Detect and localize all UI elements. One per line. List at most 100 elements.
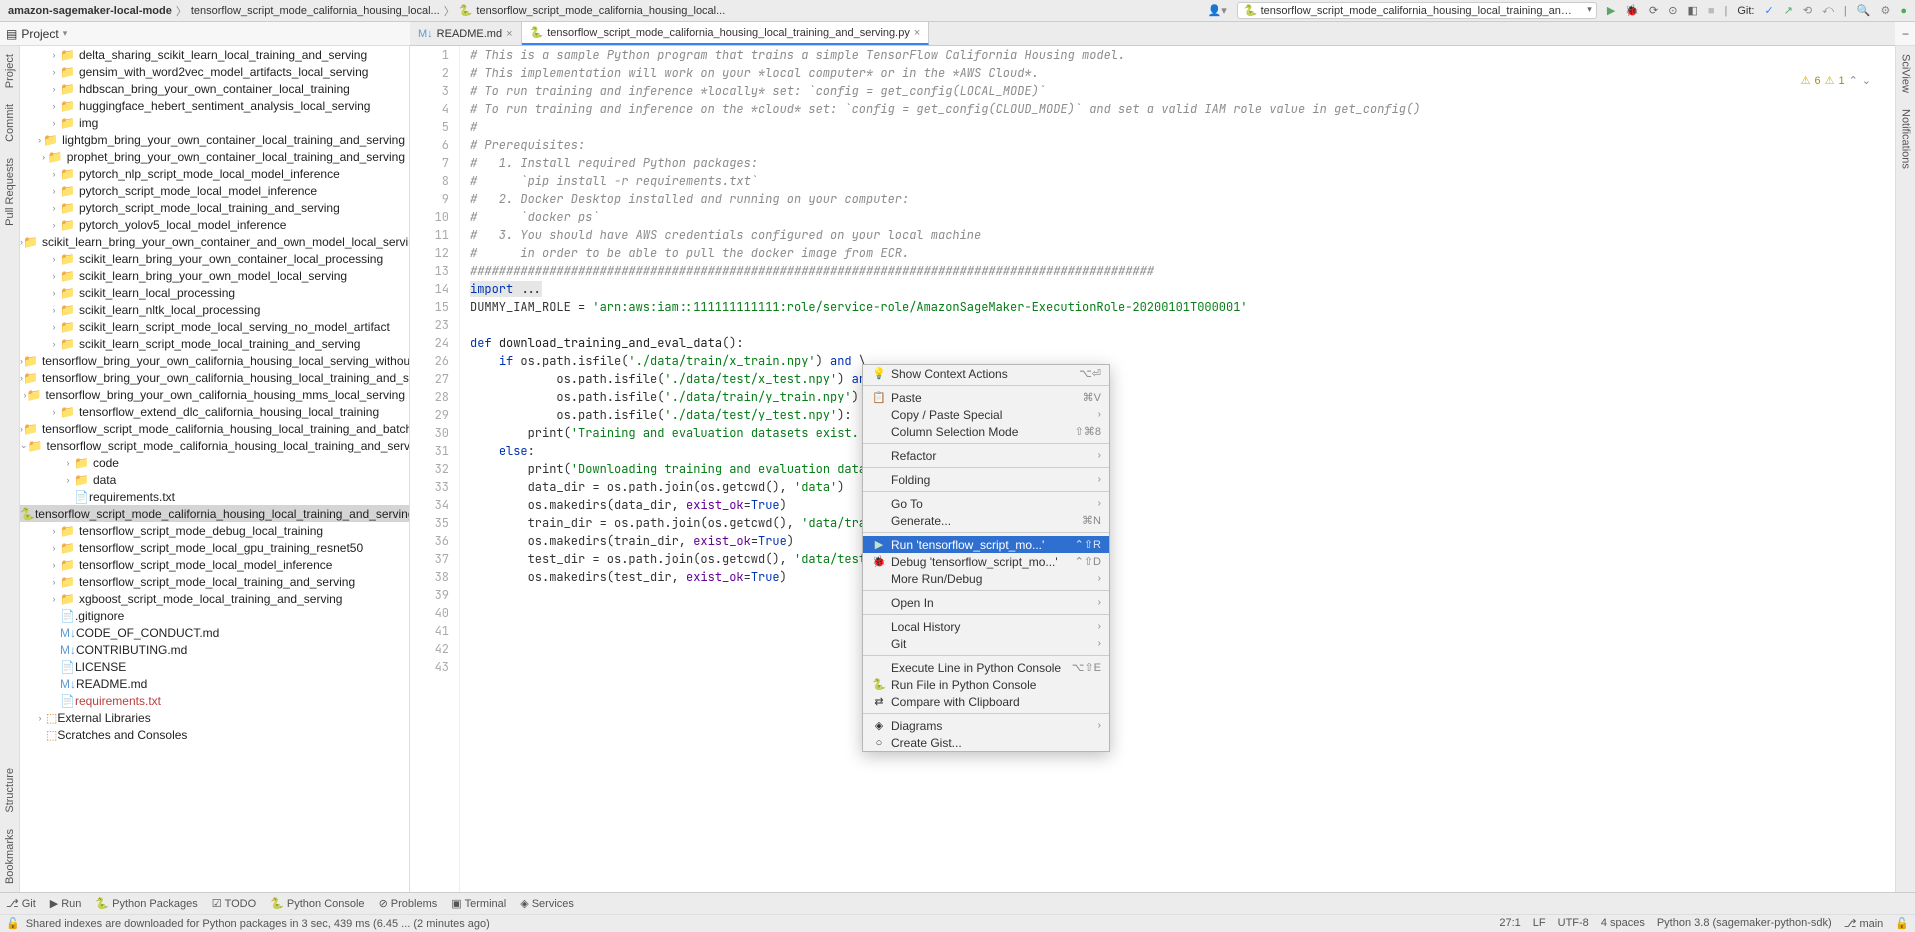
tree-item[interactable]: ›📁scikit_learn_bring_your_own_model_loca… <box>20 267 409 284</box>
tree-item[interactable]: ›📁scikit_learn_bring_your_own_container_… <box>20 233 409 250</box>
tree-item[interactable]: 📄 requirements.txt <box>20 692 409 709</box>
tree-item[interactable]: ›📁scikit_learn_local_processing <box>20 284 409 301</box>
tree-item[interactable]: 🐍 tensorflow_script_mode_california_hous… <box>20 505 409 522</box>
tree-item[interactable]: ›📁pytorch_script_mode_local_training_and… <box>20 199 409 216</box>
code-editor[interactable]: 1234567891011121314152324262728293031323… <box>410 46 1895 892</box>
bottom-tool-pycon[interactable]: 🐍 Python Console <box>270 897 364 910</box>
bottom-tool-problems[interactable]: ⊘ Problems <box>379 897 438 910</box>
tree-item[interactable]: ›📁tensorflow_extend_dlc_california_housi… <box>20 403 409 420</box>
concurrency-button[interactable]: ◧ <box>1687 4 1697 17</box>
tree-item[interactable]: M↓ CONTRIBUTING.md <box>20 641 409 658</box>
left-tool-commit[interactable]: Commit <box>4 104 16 142</box>
tree-item[interactable]: ›📁tensorflow_script_mode_local_training_… <box>20 573 409 590</box>
debug-button[interactable]: 🐞 <box>1625 4 1639 17</box>
bottom-tool-pypkg[interactable]: 🐍 Python Packages <box>95 897 197 910</box>
context-menu-item[interactable]: Refactor› <box>863 447 1109 464</box>
tree-item[interactable]: M↓ README.md <box>20 675 409 692</box>
bottom-tool-git[interactable]: ⎇ Git <box>6 897 36 910</box>
status-readonly-icon[interactable]: 🔓 <box>1895 917 1909 930</box>
tree-item[interactable]: ›📁tensorflow_script_mode_california_hous… <box>20 420 409 437</box>
statusbar-lock-icon[interactable]: 🔓 <box>6 917 20 930</box>
status-caret[interactable]: 27:1 <box>1499 917 1520 930</box>
context-menu-item[interactable]: ○Create Gist... <box>863 734 1109 751</box>
tree-item[interactable]: ›📁tensorflow_bring_your_own_california_h… <box>20 369 409 386</box>
tree-item[interactable]: ›📁tensorflow_script_mode_local_model_inf… <box>20 556 409 573</box>
left-tool-structure[interactable]: Structure <box>4 768 16 813</box>
tree-item[interactable]: ›📁delta_sharing_scikit_learn_local_train… <box>20 46 409 63</box>
profile-button[interactable]: ⊙ <box>1668 4 1677 17</box>
breadcrumb-file[interactable]: tensorflow_script_mode_california_housin… <box>476 5 725 17</box>
project-view-selector[interactable]: ▾ <box>63 28 68 39</box>
bottom-tool-services[interactable]: ◈ Services <box>520 897 574 910</box>
status-indent[interactable]: 4 spaces <box>1601 917 1645 930</box>
context-menu-item[interactable]: Git› <box>863 635 1109 652</box>
tree-item[interactable]: ›📁pytorch_nlp_script_mode_local_model_in… <box>20 165 409 182</box>
tree-item[interactable]: ›📁img <box>20 114 409 131</box>
context-menu-item[interactable]: Local History› <box>863 618 1109 635</box>
tree-item[interactable]: ›📁xgboost_script_mode_local_training_and… <box>20 590 409 607</box>
settings-icon[interactable]: ⚙ <box>1880 4 1890 17</box>
tree-item[interactable]: ›📁prophet_bring_your_own_container_local… <box>20 148 409 165</box>
context-menu-item[interactable]: 🐞Debug 'tensorflow_script_mo...'⌃⇧D <box>863 553 1109 570</box>
hide-icon[interactable]: − <box>1902 27 1909 41</box>
context-menu-item[interactable]: Go To› <box>863 495 1109 512</box>
editor-tab[interactable]: M↓ README.md × <box>410 22 522 45</box>
context-menu-item[interactable]: 🐍Run File in Python Console <box>863 676 1109 693</box>
code-content[interactable]: # This is a sample Python program that t… <box>460 46 1895 892</box>
context-menu-item[interactable]: Generate...⌘N <box>863 512 1109 529</box>
breadcrumb-root[interactable]: amazon-sagemaker-local-mode <box>8 5 172 17</box>
tree-item[interactable]: ›📁scikit_learn_bring_your_own_container_… <box>20 250 409 267</box>
project-tree[interactable]: ›📁delta_sharing_scikit_learn_local_train… <box>20 46 409 743</box>
git-history-icon[interactable]: ⟲ <box>1803 4 1812 17</box>
breadcrumb-folder[interactable]: tensorflow_script_mode_california_housin… <box>191 5 440 17</box>
tree-item[interactable]: ⌄📁tensorflow_script_mode_california_hous… <box>20 437 409 454</box>
editor-tab[interactable]: 🐍 tensorflow_script_mode_california_hous… <box>522 22 930 45</box>
tree-item[interactable]: 📄 LICENSE <box>20 658 409 675</box>
tree-item[interactable]: ›📁huggingface_hebert_sentiment_analysis_… <box>20 97 409 114</box>
context-menu-item[interactable]: 📋Paste⌘V <box>863 389 1109 406</box>
status-branch[interactable]: ⎇ main <box>1844 917 1884 930</box>
tree-item[interactable]: ›📁tensorflow_bring_your_own_california_h… <box>20 386 409 403</box>
tree-item[interactable]: 📄 .gitignore <box>20 607 409 624</box>
tree-item[interactable]: ⬚ Scratches and Consoles <box>20 726 409 743</box>
git-update-icon[interactable]: ✓ <box>1764 4 1773 17</box>
context-menu-item[interactable]: ◈Diagrams› <box>863 717 1109 734</box>
tree-item[interactable]: ›📁lightgbm_bring_your_own_container_loca… <box>20 131 409 148</box>
git-push-icon[interactable]: ↗ <box>1784 4 1793 17</box>
tree-item[interactable]: M↓ CODE_OF_CONDUCT.md <box>20 624 409 641</box>
run-config-selector[interactable]: 🐍 tensorflow_script_mode_california_hous… <box>1237 2 1597 19</box>
tree-item[interactable]: ›📁scikit_learn_nltk_local_processing <box>20 301 409 318</box>
close-icon[interactable]: × <box>506 28 512 40</box>
right-tool-sciview[interactable]: SciView <box>1900 54 1912 93</box>
context-menu-item[interactable]: More Run/Debug› <box>863 570 1109 587</box>
stop-button[interactable]: ■ <box>1708 5 1715 17</box>
line-gutter[interactable]: 1234567891011121314152324262728293031323… <box>410 46 460 892</box>
right-tool-notifications[interactable]: Notifications <box>1900 109 1912 169</box>
tree-item[interactable]: ›📁data <box>20 471 409 488</box>
tree-item[interactable]: ›📁hdbscan_bring_your_own_container_local… <box>20 80 409 97</box>
tree-item[interactable]: 📄 requirements.txt <box>20 488 409 505</box>
context-menu-item[interactable]: 💡Show Context Actions⌥⏎ <box>863 365 1109 382</box>
tree-item[interactable]: ›📁code <box>20 454 409 471</box>
bottom-tool-todo[interactable]: ☑ TODO <box>212 897 256 910</box>
tree-item[interactable]: ›📁scikit_learn_script_mode_local_serving… <box>20 318 409 335</box>
run-button[interactable]: ▶ <box>1607 4 1615 17</box>
user-icon[interactable]: 👤▾ <box>1208 4 1227 17</box>
context-menu-item[interactable]: Column Selection Mode⇧⌘8 <box>863 423 1109 440</box>
close-icon[interactable]: × <box>914 27 920 39</box>
left-tool-project[interactable]: Project <box>4 54 16 88</box>
bottom-tool-run[interactable]: ▶ Run <box>50 897 82 910</box>
search-icon[interactable]: 🔍 <box>1857 4 1871 17</box>
bottom-tool-terminal[interactable]: ▣ Terminal <box>451 897 506 910</box>
coverage-button[interactable]: ⟳ <box>1649 4 1658 17</box>
tree-item[interactable]: ›📁scikit_learn_script_mode_local_trainin… <box>20 335 409 352</box>
left-tool-bookmarks[interactable]: Bookmarks <box>4 829 16 884</box>
context-menu-item[interactable]: Execute Line in Python Console⌥⇧E <box>863 659 1109 676</box>
tree-item[interactable]: ›📁gensim_with_word2vec_model_artifacts_l… <box>20 63 409 80</box>
context-menu-item[interactable]: Copy / Paste Special› <box>863 406 1109 423</box>
status-lineending[interactable]: LF <box>1533 917 1546 930</box>
git-rollback-icon[interactable]: ⤺ <box>1822 4 1834 17</box>
tree-item[interactable]: ›📁pytorch_script_mode_local_model_infere… <box>20 182 409 199</box>
status-interpreter[interactable]: Python 3.8 (sagemaker-python-sdk) <box>1657 917 1832 930</box>
tree-item[interactable]: ›📁tensorflow_script_mode_debug_local_tra… <box>20 522 409 539</box>
